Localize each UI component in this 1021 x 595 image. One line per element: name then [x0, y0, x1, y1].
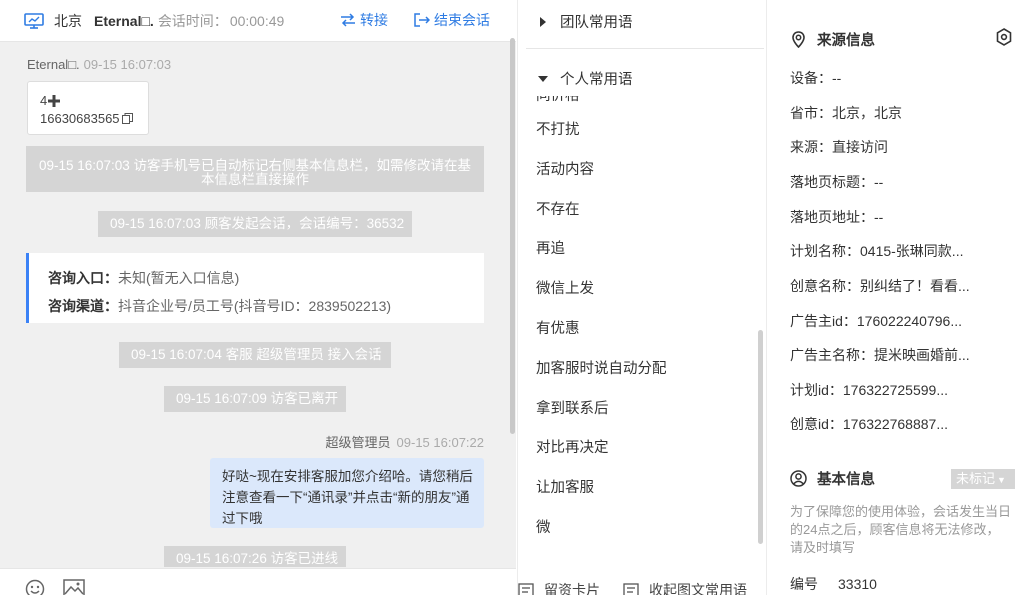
card-icon	[518, 583, 534, 595]
phrase-item[interactable]: 再追	[536, 237, 565, 258]
consult-entry-row: 咨询入口：未知(暂无入口信息)	[48, 264, 484, 292]
collapse-phrases-button[interactable]: 收起图文常用语	[623, 580, 747, 595]
document-icon	[623, 583, 639, 595]
visitor-meta-name: Eternal□.	[27, 57, 80, 72]
visitor-meta-time: 09-15 16:07:03	[83, 57, 172, 72]
consult-channel-row: 咨询渠道：抖音企业号/员工号(抖音号ID：2839502213)	[48, 292, 484, 320]
emoji-icon[interactable]	[25, 579, 45, 595]
source-row-region: 省市：北京，北京	[790, 105, 902, 121]
session-timer: 00:00:49	[229, 12, 285, 29]
transfer-icon	[341, 13, 355, 27]
phrase-item[interactable]: 有优惠	[536, 317, 580, 338]
source-row-plan-id: 计划id：176322725599...	[790, 382, 948, 398]
source-row-device: 设备：--	[790, 70, 842, 86]
phrase-item[interactable]: 活动内容	[536, 158, 594, 179]
exit-icon	[414, 13, 430, 27]
phrase-item-partial[interactable]: 同价格	[536, 96, 580, 105]
system-notice-leave: 09-15 16:07:09 访客已离开	[164, 386, 346, 412]
message-list[interactable]: Eternal□. 09-15 16:07:03 4 16630683565 09…	[0, 43, 516, 567]
phrase-panel: 团队常用语 个人常用语 同价格 不打扰 活动内容 不存在 再追 微信上发 有优惠…	[517, 0, 767, 595]
agent-name: 超级管理员	[325, 435, 391, 450]
source-info-label: 来源信息	[817, 33, 875, 49]
consult-channel-value: 抖音企业号/员工号(抖音号ID：2839502213)	[118, 298, 392, 314]
lead-card-button[interactable]: 留资卡片	[518, 580, 600, 595]
team-phrases-group[interactable]: 团队常用语	[538, 11, 633, 32]
card-line-1: 4	[40, 92, 148, 110]
tag-dropdown[interactable]: 未标记 ▼	[951, 469, 1015, 489]
edit-deadline-notice: 为了保障您的使用体验，会话发生当日的24点之后，顾客信息将无法修改，请及时填写	[790, 504, 1012, 555]
serial-number-row: 编号 33310	[790, 574, 877, 594]
chat-panel: 北京 Eternal□. 会话时间： 00:00:49 转接 结束会话 Eter…	[0, 0, 516, 595]
agent-message-bubble: 好哒~现在安排客服加您介绍哈。请您稍后注意查看一下“通讯录”并点击“新的朋友”通…	[210, 458, 484, 528]
phrase-item[interactable]: 微信上发	[536, 277, 594, 298]
user-circle-icon	[790, 470, 807, 487]
tag-dropdown-label: 未标记	[956, 471, 996, 486]
consult-entry-label: 咨询入口：	[48, 270, 118, 286]
chat-header: 北京 Eternal□. 会话时间： 00:00:49 转接 结束会话	[0, 0, 516, 42]
settings-icon[interactable]	[995, 28, 1013, 46]
team-phrases-label: 团队常用语	[560, 15, 633, 31]
chevron-down-icon: ▼	[997, 475, 1006, 485]
copy-icon[interactable]	[121, 113, 133, 124]
consult-channel-label: 咨询渠道：	[48, 298, 118, 314]
visitor-message-card: 4 16630683565	[27, 81, 149, 135]
personal-phrases-group[interactable]: 个人常用语	[538, 68, 633, 89]
basic-info-title: 基本信息	[790, 468, 875, 489]
consult-info-card: 咨询入口：未知(暂无入口信息) 咨询渠道：抖音企业号/员工号(抖音号ID：283…	[26, 253, 484, 323]
card-line-2: 16630683565	[40, 110, 148, 128]
source-row-advertiser-id: 广告主id：176022240796...	[790, 313, 962, 329]
agent-message-meta: 超级管理员 09-15 16:07:22	[326, 432, 484, 451]
system-notice-phone: 09-15 16:07:03 访客手机号已自动标记右侧基本信息栏，如需修改请在基…	[26, 146, 484, 192]
plus-icon	[48, 95, 61, 107]
card-phone-number: 16630683565	[40, 111, 120, 126]
chat-scrollbar[interactable]	[510, 38, 515, 434]
visitor-name: Eternal□.	[94, 12, 154, 29]
personal-phrases-label: 个人常用语	[560, 72, 633, 88]
caret-down-icon	[538, 75, 548, 82]
source-info-title: 来源信息	[790, 29, 875, 50]
source-row-plan-name: 计划名称：0415-张琳同款...	[790, 243, 964, 259]
consult-entry-value: 未知(暂无入口信息)	[118, 270, 240, 286]
caret-right-icon	[540, 16, 546, 27]
session-time-label: 会话时间：	[157, 12, 228, 29]
source-row-landing-url: 落地页地址：--	[790, 209, 884, 225]
source-row-creative-id: 创意id：176322768887...	[790, 416, 948, 432]
end-session-button[interactable]: 结束会话	[414, 10, 490, 30]
image-icon[interactable]	[63, 579, 85, 595]
serial-number-value: 33310	[838, 576, 877, 592]
agent-time: 09-15 16:07:22	[396, 435, 484, 450]
chat-input-toolbar	[0, 568, 516, 595]
source-row-landing-title: 落地页标题：--	[790, 174, 884, 190]
visitor-message-meta: Eternal□. 09-15 16:07:03	[27, 57, 171, 72]
transfer-label: 转接	[360, 12, 388, 28]
phrase-item[interactable]: 不打扰	[536, 118, 580, 139]
source-row-advertiser-name: 广告主名称：提米映画婚前...	[790, 347, 970, 363]
system-notice-reenter: 09-15 16:07:26 访客已进线	[164, 546, 346, 567]
system-notice-join: 09-15 16:07:04 客服 超级管理员 接入会话	[119, 342, 391, 368]
source-row-creative-name: 创意名称：别纠结了！看看...	[790, 278, 970, 294]
end-session-label: 结束会话	[434, 12, 490, 28]
phrase-item[interactable]: 不存在	[536, 198, 580, 219]
phrase-item[interactable]: 让加客服	[536, 476, 594, 497]
group-divider	[526, 48, 764, 49]
phrase-footer: 留资卡片 收起图文常用语	[518, 580, 768, 595]
system-notice-start: 09-15 16:07:03 顾客发起会话，会话编号：36532	[98, 211, 412, 237]
serial-number-label: 编号	[790, 576, 818, 592]
basic-info-label: 基本信息	[817, 472, 875, 488]
lead-card-label: 留资卡片	[544, 582, 600, 595]
card-line-1-text: 4	[40, 93, 48, 108]
source-row-origin: 来源：直接访问	[790, 139, 888, 155]
visitor-city: 北京	[54, 12, 82, 29]
phrase-item[interactable]: 微	[536, 516, 551, 537]
phrase-item[interactable]: 对比再决定	[536, 436, 609, 457]
phrase-list[interactable]: 同价格 不打扰 活动内容 不存在 再追 微信上发 有优惠 加客服时说自动分配 拿…	[518, 96, 758, 548]
location-pin-icon	[792, 31, 805, 48]
visitor-info-panel: 来源信息 设备：-- 省市：北京，北京 来源：直接访问 落地页标题：-- 落地页…	[768, 0, 1021, 595]
phrase-scrollbar[interactable]	[758, 330, 763, 544]
transfer-button[interactable]: 转接	[340, 10, 388, 30]
monitor-icon	[24, 12, 44, 29]
phrase-item[interactable]: 拿到联系后	[536, 397, 609, 418]
collapse-phrases-label: 收起图文常用语	[649, 582, 747, 595]
phrase-item[interactable]: 加客服时说自动分配	[536, 357, 667, 378]
